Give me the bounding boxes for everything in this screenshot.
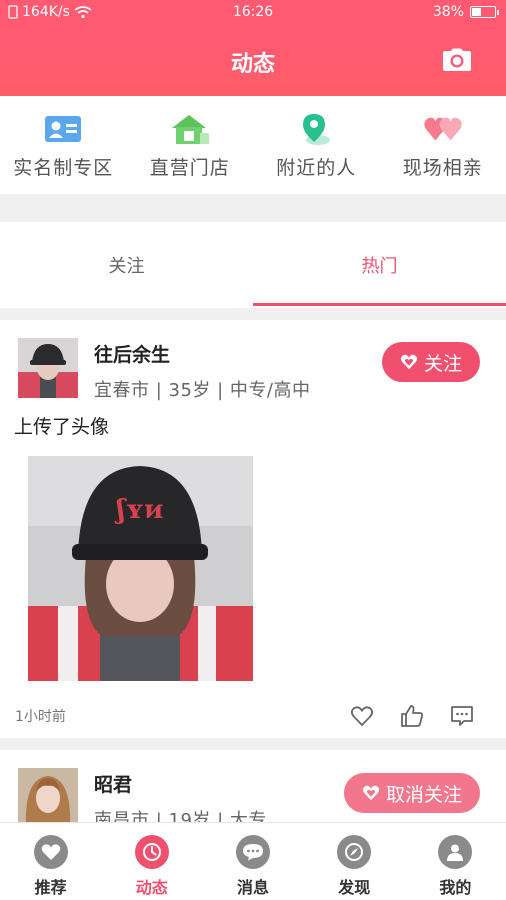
heart-icon — [362, 785, 380, 801]
avatar[interactable] — [18, 768, 78, 828]
heart-icon — [41, 844, 60, 860]
camera-icon[interactable] — [442, 48, 472, 72]
avatar[interactable] — [18, 338, 78, 398]
avatar-image — [18, 338, 78, 398]
chat-icon — [243, 844, 263, 861]
store-icon — [171, 115, 209, 144]
nav-discover[interactable]: 发现 — [304, 823, 405, 900]
clock: 16:26 — [232, 4, 274, 20]
thumbs-up-icon[interactable] — [400, 704, 424, 728]
heart-icon — [400, 354, 418, 370]
feed-post: 昭君 南昌市 | 19岁 | 大专 取消关注 — [0, 750, 506, 830]
svg-text:ʃʏᴎ: ʃʏᴎ — [115, 495, 164, 525]
nav-profile[interactable]: 我的 — [405, 823, 506, 900]
post-photo[interactable]: ʃʏᴎ — [28, 456, 253, 681]
follow-button[interactable]: 关注 — [381, 342, 480, 382]
nav-label: 我的 — [439, 878, 472, 897]
quick-link-label: 附近的人 — [276, 157, 357, 179]
nav-label: 发现 — [338, 878, 371, 897]
nav-feed[interactable]: 动态 — [101, 823, 202, 900]
post-actions — [350, 704, 474, 728]
id-card-icon — [45, 116, 82, 142]
quick-link-matchmaking[interactable]: 现场相亲 — [380, 96, 506, 194]
unfollow-button[interactable]: 取消关注 — [343, 773, 480, 813]
nav-label: 推荐 — [34, 878, 67, 897]
nav-messages[interactable]: 消息 — [202, 823, 303, 900]
quick-link-store[interactable]: 直营门店 — [127, 96, 254, 194]
quick-links: 实名制专区 直营门店 附近的人 现场相亲 — [0, 96, 506, 194]
comment-icon[interactable] — [450, 704, 474, 728]
follow-label: 关注 — [423, 352, 462, 375]
quick-link-real-name[interactable]: 实名制专区 — [0, 96, 127, 194]
feed-tabs: 关注 热门 — [0, 222, 506, 308]
status-bar: 164K/s 16:26 38% — [0, 0, 506, 26]
user-name[interactable]: 往后余生 — [94, 340, 170, 367]
user-name[interactable]: 昭君 — [94, 770, 132, 797]
post-time: 1小时前 — [15, 709, 66, 725]
page-title: 动态 — [230, 52, 275, 77]
quick-link-label: 实名制专区 — [13, 157, 114, 179]
post-image: ʃʏᴎ — [28, 456, 253, 681]
tab-following[interactable]: 关注 — [0, 222, 253, 308]
battery-icon — [470, 6, 499, 18]
compass-icon — [345, 843, 364, 861]
nav-label: 动态 — [135, 878, 168, 897]
user-meta: 宜春市 | 35岁 | 中专/高中 — [94, 380, 311, 401]
hearts-icon — [424, 117, 462, 141]
unfollow-label: 取消关注 — [385, 783, 462, 806]
feed-post: 往后余生 宜春市 | 35岁 | 中专/高中 关注 上传了头像 ʃʏᴎ 1小时前 — [0, 320, 506, 738]
tab-popular[interactable]: 热门 — [253, 222, 506, 308]
location-pin-icon — [303, 114, 331, 145]
nav-recommend[interactable]: 推荐 — [0, 823, 101, 900]
user-icon — [447, 844, 464, 861]
quick-link-label: 现场相亲 — [402, 157, 483, 179]
top-header: 动态 — [0, 26, 506, 96]
quick-link-label: 直营门店 — [149, 157, 230, 179]
like-heart-icon[interactable] — [350, 704, 374, 728]
avatar-image — [18, 768, 78, 828]
battery-level — [472, 8, 482, 16]
quick-link-nearby[interactable]: 附近的人 — [253, 96, 380, 194]
battery-percent: 38% — [432, 4, 464, 20]
nav-label: 消息 — [237, 878, 270, 897]
bottom-nav: 推荐 动态 消息 发现 我的 — [0, 822, 506, 900]
clock-icon — [142, 843, 161, 861]
post-caption: 上传了头像 — [14, 416, 110, 438]
